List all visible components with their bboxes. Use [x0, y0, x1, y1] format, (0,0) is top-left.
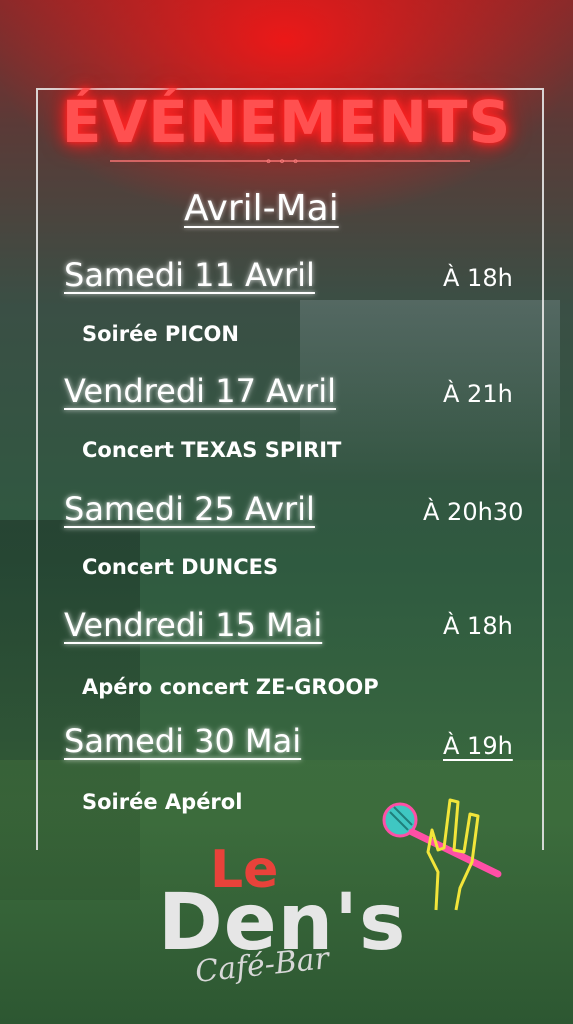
event-time: À 18h: [443, 264, 513, 292]
period-subtitle: Avril-Mai: [184, 188, 339, 229]
microphone-rock-hand-icon: [382, 798, 502, 911]
event-description: Soirée PICON: [82, 322, 239, 346]
event-date: Samedi 25 Avril: [64, 490, 315, 528]
event-date: Vendredi 17 Avril: [64, 372, 336, 410]
event-date: Vendredi 15 Mai: [64, 606, 323, 644]
page-title: ÉVÉNEMENTS: [61, 88, 512, 156]
event-date: Samedi 30 Mai: [64, 722, 302, 760]
event-description: Concert TEXAS SPIRIT: [82, 438, 342, 462]
event-description: Apéro concert ZE-GROOP: [82, 675, 379, 699]
event-description: Concert DUNCES: [82, 555, 279, 579]
title-ornament-dots: ∘∘∘: [264, 154, 306, 168]
event-time: À 18h: [443, 612, 513, 640]
event-description: Soirée Apérol: [82, 790, 243, 814]
event-time: À 19h: [443, 732, 513, 760]
event-date: Samedi 11 Avril: [64, 256, 315, 294]
event-time: À 20h30: [423, 498, 524, 526]
event-time: À 21h: [443, 380, 513, 408]
